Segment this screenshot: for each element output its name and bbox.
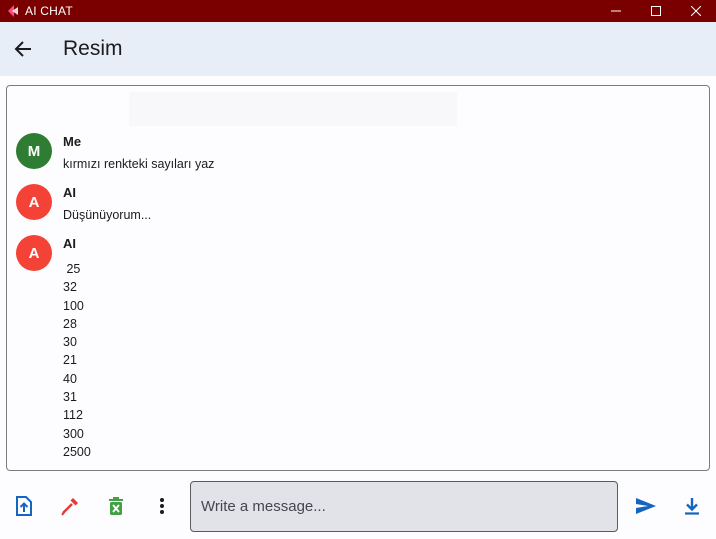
message-sender: AI xyxy=(63,236,76,251)
minimize-button[interactable] xyxy=(596,0,636,22)
send-button[interactable] xyxy=(634,495,658,517)
message-line: 40 xyxy=(63,371,77,386)
message-line: 300 xyxy=(63,426,84,441)
color-picker-button[interactable] xyxy=(59,495,81,517)
message-line: 31 xyxy=(63,390,77,405)
message-line: 112 xyxy=(63,408,83,423)
close-button[interactable] xyxy=(676,0,716,22)
message-text: Düşünüyorum... xyxy=(63,208,152,222)
close-icon xyxy=(691,6,701,16)
message-body: AI Düşünüyorum... xyxy=(63,184,151,222)
message-line: 32 xyxy=(63,280,77,295)
message-line: 2500 xyxy=(63,444,91,459)
maximize-button[interactable] xyxy=(636,0,676,22)
avatar: M xyxy=(16,133,52,169)
window-controls xyxy=(596,0,716,22)
download-button[interactable] xyxy=(681,495,703,517)
maximize-icon xyxy=(651,6,661,16)
message-line: 21 xyxy=(63,353,77,368)
message-line: 30 xyxy=(63,335,77,350)
message-item: A AI 25 32 100 28 30 21 40 31 112 300 25… xyxy=(16,235,91,461)
back-button[interactable] xyxy=(3,29,43,69)
color-picker-icon xyxy=(61,498,78,516)
message-input[interactable] xyxy=(190,481,618,532)
window-titlebar: AI CHAT xyxy=(0,0,716,22)
more-vert-icon xyxy=(160,498,164,514)
delete-excel-icon xyxy=(109,497,123,515)
chat-list[interactable]: M Me kırmızı renkteki sayıları yaz A AI … xyxy=(6,85,710,471)
upload-file-icon xyxy=(16,496,32,516)
message-item: M Me kırmızı renkteki sayıları yaz xyxy=(16,133,214,171)
message-line: 28 xyxy=(63,316,77,331)
message-body: AI 25 32 100 28 30 21 40 31 112 300 2500 xyxy=(63,235,91,461)
message-text: kırmızı renkteki sayıları yaz xyxy=(63,157,215,171)
image-preview xyxy=(129,92,457,126)
more-options-button[interactable] xyxy=(151,495,173,517)
message-line: 100 xyxy=(63,298,84,313)
message-sender: AI xyxy=(63,185,76,200)
composer-bar xyxy=(0,478,716,539)
upload-file-button[interactable] xyxy=(13,495,35,517)
send-icon xyxy=(636,498,656,514)
avatar: A xyxy=(16,235,52,271)
message-sender: Me xyxy=(63,134,82,149)
message-body: Me kırmızı renkteki sayıları yaz xyxy=(63,133,214,171)
app-bar: Resim xyxy=(0,22,716,76)
download-icon xyxy=(685,498,699,515)
message-item: A AI Düşünüyorum... xyxy=(16,184,151,222)
app-logo-icon xyxy=(6,4,20,18)
delete-button[interactable] xyxy=(105,495,127,517)
page-title: Resim xyxy=(63,37,123,60)
avatar: A xyxy=(16,184,52,220)
arrow-back-icon xyxy=(14,41,31,57)
minimize-icon xyxy=(611,10,621,12)
window-title: AI CHAT xyxy=(25,4,73,18)
message-line: 25 xyxy=(63,262,81,276)
message-text: 25 32 100 28 30 21 40 31 112 300 2500 xyxy=(63,260,91,461)
